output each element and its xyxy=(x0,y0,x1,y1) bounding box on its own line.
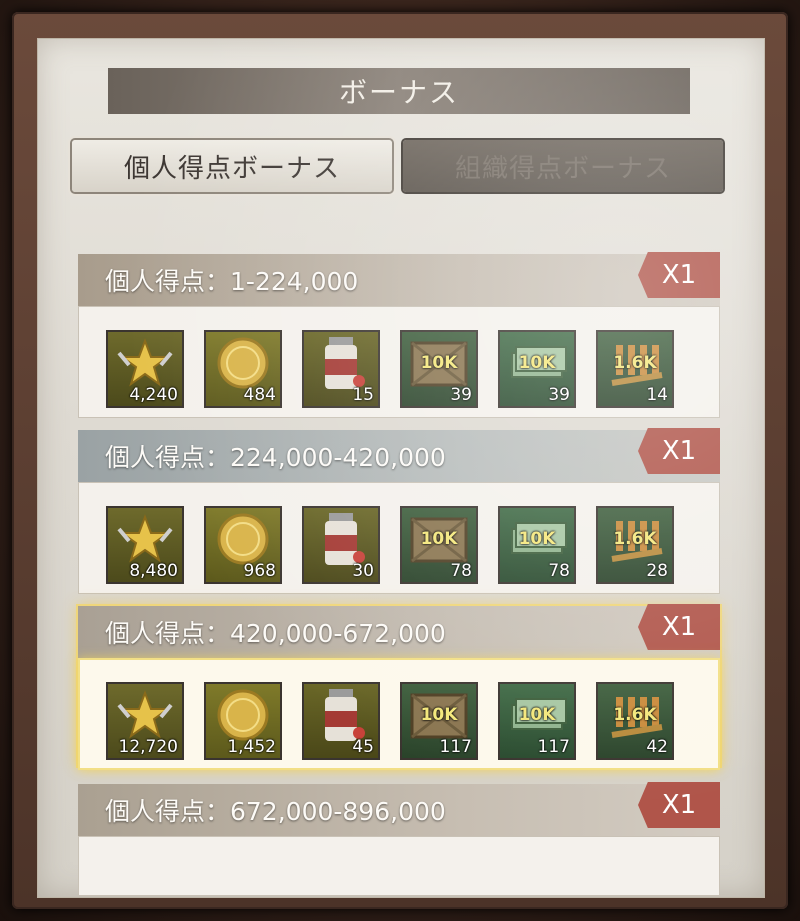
item-count: 28 xyxy=(646,561,668,581)
item-amount: 10K xyxy=(420,705,458,725)
bonus-panel: ボーナス 個人得点ボーナス 組織得点ボーナス 個人得点：1-224,000 X1… xyxy=(37,38,765,898)
tier-header: 個人得点：1-224,000 xyxy=(78,254,720,306)
gold-coin-icon[interactable]: 484 xyxy=(204,330,282,408)
bonus-tier: 個人得点：672,000-896,000 X1 xyxy=(78,782,720,898)
tier-header: 個人得点：672,000-896,000 xyxy=(78,784,720,836)
item-count: 14 xyxy=(646,385,668,405)
tier-score-range: 個人得点：224,000-420,000 xyxy=(105,443,446,472)
tier-header: 個人得点：224,000-420,000 xyxy=(78,430,720,482)
pill-bottle-icon[interactable]: 45 xyxy=(302,682,380,760)
item-count: 45 xyxy=(352,737,374,757)
item-count: 4,240 xyxy=(129,385,178,405)
cash-stack-icon[interactable]: 10K 117 xyxy=(498,682,576,760)
item-count: 484 xyxy=(243,385,276,405)
tier-score-range: 個人得点：420,000-672,000 xyxy=(105,619,446,648)
item-amount: 10K xyxy=(518,353,556,373)
medal-star-icon[interactable]: 4,240 xyxy=(106,330,184,408)
multiplier-badge: X1 xyxy=(638,428,720,474)
pill-bottle-icon[interactable]: 15 xyxy=(302,330,380,408)
reward-row: 4,240 484 15 10K 39 10K 39 1.6K 14 xyxy=(78,306,720,418)
medal-star-icon[interactable]: 8,480 xyxy=(106,506,184,584)
item-amount: 10K xyxy=(518,529,556,549)
item-count: 42 xyxy=(646,737,668,757)
item-count: 117 xyxy=(537,737,570,757)
item-count: 117 xyxy=(439,737,472,757)
item-amount: 10K xyxy=(420,529,458,549)
item-count: 15 xyxy=(352,385,374,405)
item-count: 39 xyxy=(450,385,472,405)
gold-coin-icon[interactable]: 968 xyxy=(204,506,282,584)
item-count: 78 xyxy=(450,561,472,581)
item-amount: 1.6K xyxy=(613,529,657,549)
item-amount: 1.6K xyxy=(613,705,657,725)
bonus-tier: 個人得点：1-224,000 X1 4,240 484 15 10K 39 10… xyxy=(78,252,720,418)
item-count: 78 xyxy=(548,561,570,581)
item-amount: 10K xyxy=(420,353,458,373)
ammo-icon[interactable]: 1.6K 28 xyxy=(596,506,674,584)
cash-stack-icon[interactable]: 10K 78 xyxy=(498,506,576,584)
reward-row: 8,480 968 30 10K 78 10K 78 1.6K 28 xyxy=(78,482,720,594)
item-count: 1,452 xyxy=(227,737,276,757)
multiplier-badge: X1 xyxy=(638,782,720,828)
tier-header: 個人得点：420,000-672,000 xyxy=(78,606,720,658)
supply-crate-icon[interactable]: 10K 39 xyxy=(400,330,478,408)
item-count: 8,480 xyxy=(129,561,178,581)
tab-personal-score-bonus[interactable]: 個人得点ボーナス xyxy=(72,140,392,192)
cash-stack-icon[interactable]: 10K 39 xyxy=(498,330,576,408)
item-count: 39 xyxy=(548,385,570,405)
tab-label: 組織得点ボーナス xyxy=(454,153,671,184)
pill-bottle-icon[interactable]: 30 xyxy=(302,506,380,584)
bonus-tier-current: 個人得点：420,000-672,000 X1 12,720 1,452 45 … xyxy=(78,604,720,770)
supply-crate-icon[interactable]: 10K 78 xyxy=(400,506,478,584)
item-count: 30 xyxy=(352,561,374,581)
item-amount: 1.6K xyxy=(613,353,657,373)
tier-score-range: 個人得点：1-224,000 xyxy=(105,267,359,296)
tab-label: 個人得点ボーナス xyxy=(123,153,340,184)
medal-star-icon[interactable]: 12,720 xyxy=(106,682,184,760)
multiplier-badge: X1 xyxy=(638,252,720,298)
page-title: ボーナス xyxy=(338,76,459,109)
multiplier-badge: X1 xyxy=(638,604,720,650)
title-bar: ボーナス xyxy=(108,68,690,114)
ammo-icon[interactable]: 1.6K 42 xyxy=(596,682,674,760)
supply-crate-icon[interactable]: 10K 117 xyxy=(400,682,478,760)
item-amount: 10K xyxy=(518,705,556,725)
tier-score-range: 個人得点：672,000-896,000 xyxy=(105,797,446,826)
tab-organization-score-bonus[interactable]: 組織得点ボーナス xyxy=(403,140,723,192)
reward-row xyxy=(78,836,720,896)
item-count: 968 xyxy=(243,561,276,581)
bonus-tier: 個人得点：224,000-420,000 X1 8,480 968 30 10K… xyxy=(78,428,720,594)
item-count: 12,720 xyxy=(118,737,178,757)
reward-row: 12,720 1,452 45 10K 117 10K 117 1.6K 42 xyxy=(78,658,720,770)
gold-coin-icon[interactable]: 1,452 xyxy=(204,682,282,760)
ammo-icon[interactable]: 1.6K 14 xyxy=(596,330,674,408)
